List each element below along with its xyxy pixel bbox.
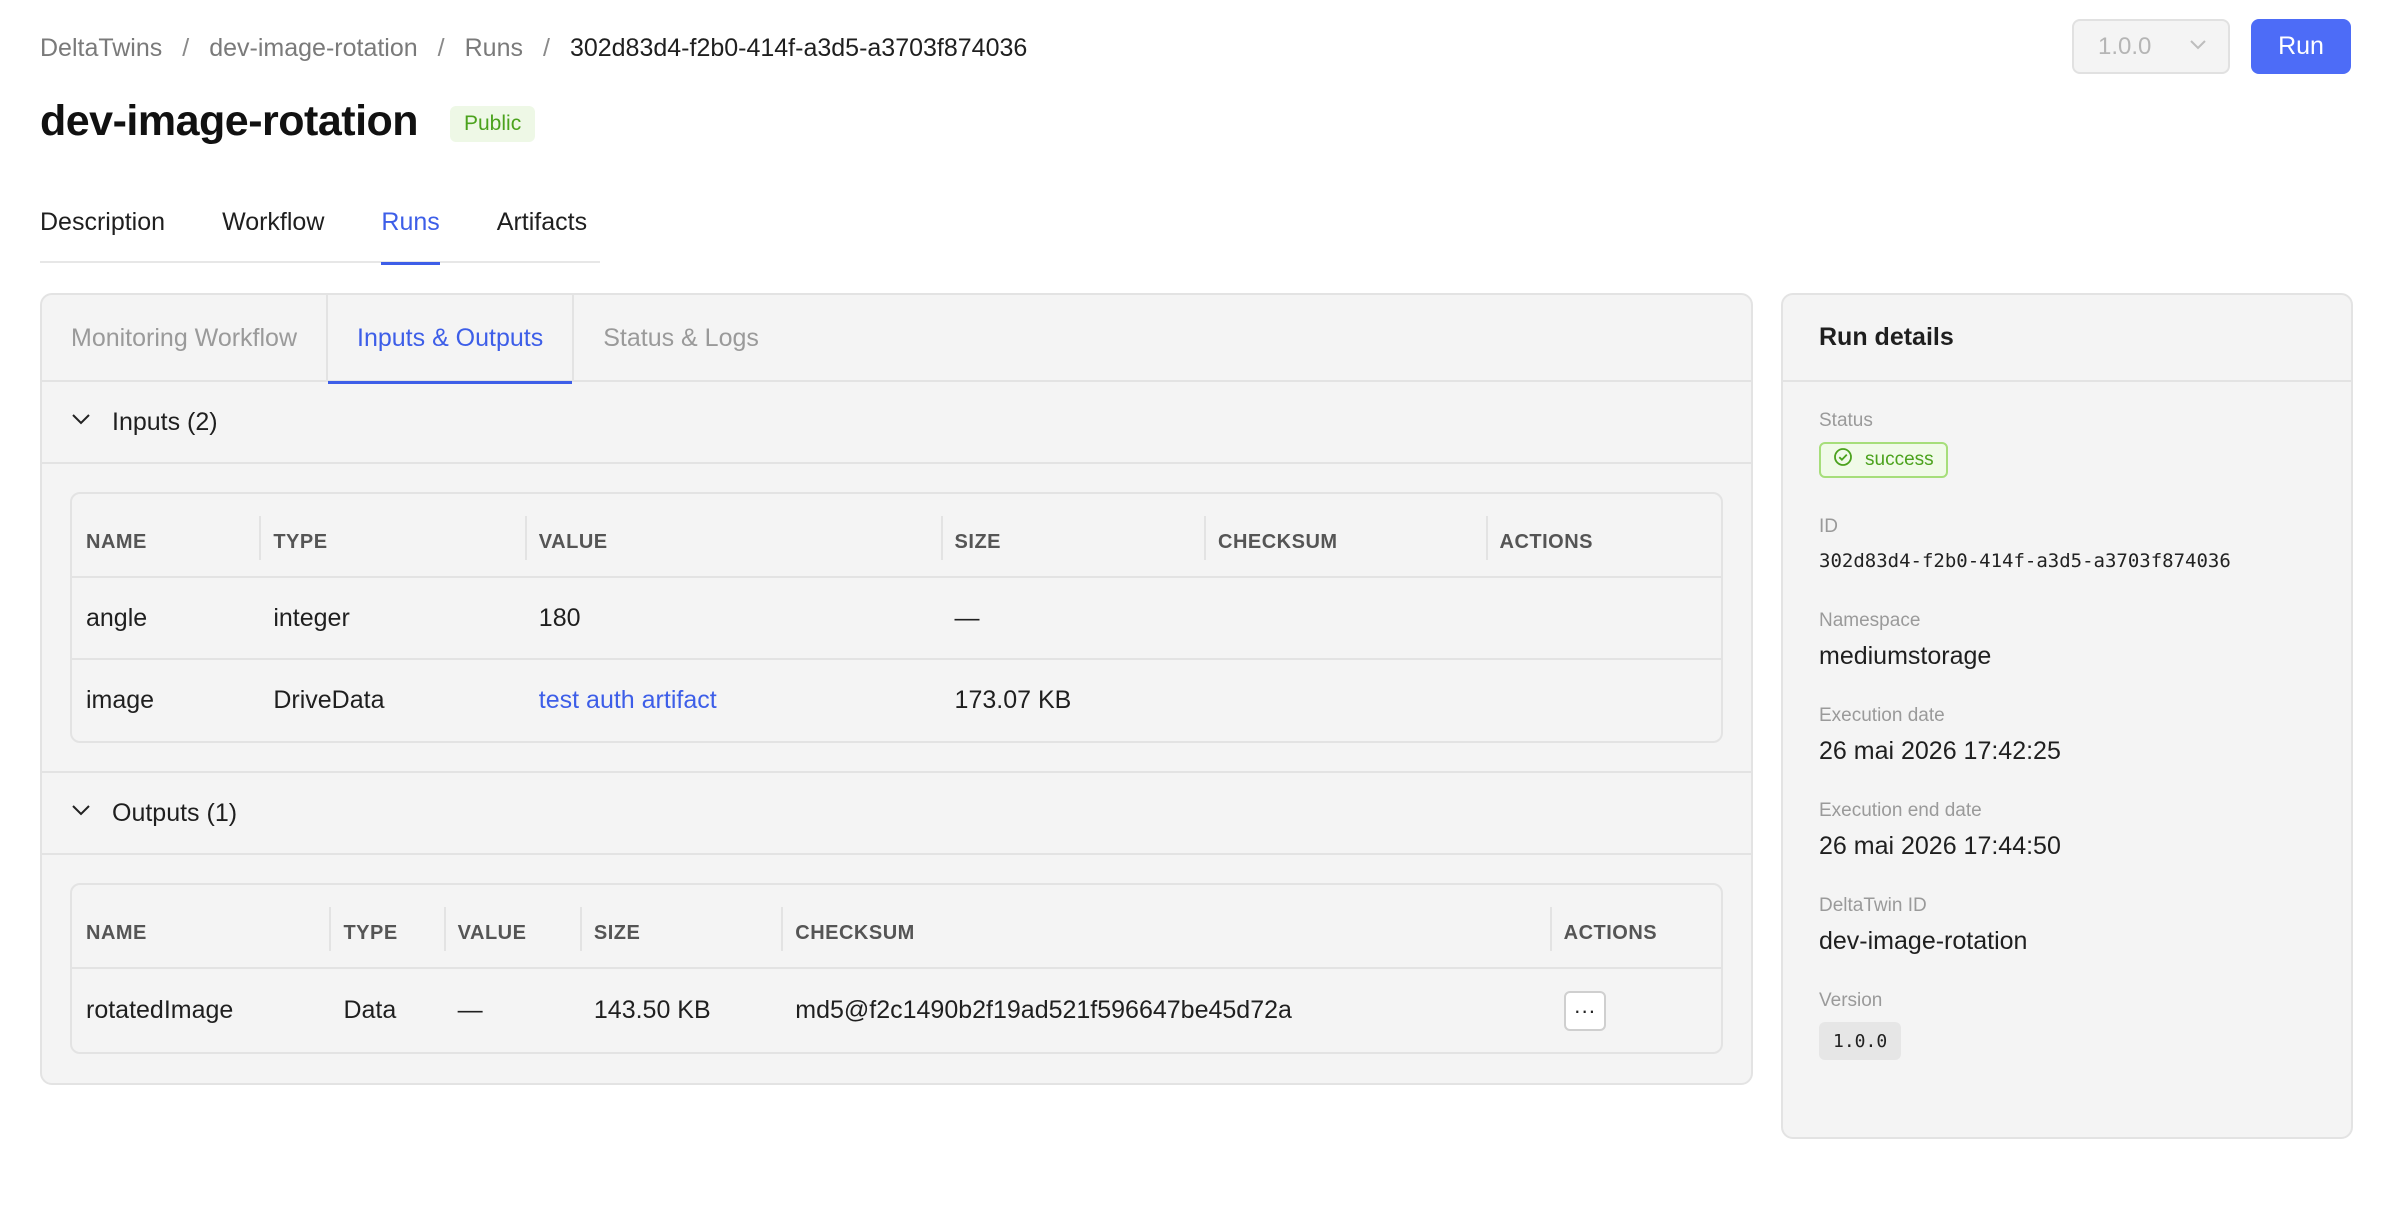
inputs-section-toggle[interactable]: Inputs (2)	[42, 382, 1751, 464]
cell-type: DriveData	[259, 658, 525, 741]
cell-size: 143.50 KB	[593, 996, 711, 1024]
inputs-table-container: NAME TYPE VALUE SIZE CHECKSUM ACTIONS an…	[70, 492, 1723, 743]
cell-actions	[1486, 577, 1721, 659]
column-header-checksum: CHECKSUM	[1204, 494, 1486, 578]
cell-size: —	[954, 603, 980, 632]
table-row: image DriveData test auth artifact 173.0…	[72, 658, 1721, 741]
subtab-inputs-outputs[interactable]: Inputs & Outputs	[328, 295, 575, 384]
cell-checksum	[1204, 577, 1486, 659]
cell-actions	[1485, 658, 1721, 741]
outputs-table: NAME TYPE VALUE SIZE CHECKSUM ACTIONS ro…	[72, 885, 1721, 1052]
deltatwin-id-label: DeltaTwin ID	[1819, 895, 1927, 916]
outputs-section-title: Outputs (1)	[112, 798, 238, 827]
status-badge: success	[1819, 442, 1948, 478]
chevron-down-icon	[70, 408, 112, 437]
cell-type: integer	[273, 603, 350, 632]
cell-name: rotatedImage	[86, 996, 234, 1024]
column-header-type: TYPE	[329, 885, 444, 969]
cell-name: angle	[86, 603, 148, 632]
column-header-name: NAME	[72, 885, 330, 969]
column-header-value: VALUE	[524, 494, 941, 578]
cell-checksum: md5@f2c1490b2f19ad521f596647be45d72a	[795, 996, 1292, 1024]
breadcrumb-separator: /	[542, 33, 550, 62]
outputs-table-container: NAME TYPE VALUE SIZE CHECKSUM ACTIONS ro…	[70, 883, 1723, 1054]
tab-runs[interactable]: Runs	[381, 190, 441, 265]
outputs-section: Outputs (1) NAME TYPE VALUE SIZE CHECKSU…	[42, 773, 1751, 1054]
breadcrumb-current-run: 302d83d4-f2b0-414f-a3d5-a3703f874036	[569, 33, 1028, 62]
execution-date-label: Execution date	[1819, 705, 1945, 726]
inputs-table: NAME TYPE VALUE SIZE CHECKSUM ACTIONS an…	[72, 494, 1721, 741]
chevron-down-icon	[2188, 33, 2208, 61]
id-field: ID 302d83d4-f2b0-414f-a3d5-a3703f874036	[1819, 516, 2315, 572]
status-value: success	[1865, 449, 1934, 470]
cell-value: —	[457, 996, 483, 1024]
cell-value: 180	[538, 603, 581, 632]
run-details-panel: Run details Status success ID 302d83d4-f…	[1781, 293, 2353, 1139]
column-header-type: TYPE	[259, 494, 525, 578]
deltatwin-id-value: dev-image-rotation	[1819, 927, 2028, 955]
inputs-section-title: Inputs (2)	[112, 407, 218, 436]
breadcrumb-separator: /	[437, 33, 445, 62]
page-title: dev-image-rotation	[40, 97, 419, 145]
tab-artifacts[interactable]: Artifacts	[497, 190, 587, 263]
cell-value: test auth artifact	[524, 658, 941, 741]
chevron-down-icon	[70, 799, 112, 828]
execution-date-value: 26 mai 2026 17:42:25	[1819, 737, 2061, 765]
id-label: ID	[1819, 516, 1838, 537]
breadcrumb: DeltaTwins / dev-image-rotation / Runs /…	[40, 30, 1027, 66]
namespace-label: Namespace	[1819, 610, 1921, 631]
column-header-size: SIZE	[579, 885, 782, 969]
cell-name: image	[72, 658, 260, 741]
execution-date-field: Execution date 26 mai 2026 17:42:25	[1819, 705, 2315, 766]
column-header-actions: ACTIONS	[1485, 494, 1721, 578]
artifact-link[interactable]: test auth artifact	[539, 686, 717, 714]
id-value: 302d83d4-f2b0-414f-a3d5-a3703f874036	[1819, 550, 2231, 572]
sub-tabs: Monitoring Workflow Inputs & Outputs Sta…	[42, 295, 1751, 384]
cell-size: 173.07 KB	[940, 658, 1205, 741]
table-row: rotatedImage Data — 143.50 KB md5@f2c149…	[72, 968, 1721, 1052]
breadcrumb-separator: /	[182, 33, 190, 62]
outputs-section-toggle[interactable]: Outputs (1)	[42, 773, 1751, 855]
check-circle-icon	[1833, 447, 1865, 473]
table-row: angle integer 180 —	[72, 577, 1721, 659]
table-header-row: NAME TYPE VALUE SIZE CHECKSUM ACTIONS	[72, 494, 1721, 578]
run-details-title: Run details	[1783, 295, 2351, 382]
tab-workflow[interactable]: Workflow	[222, 190, 324, 263]
namespace-field: Namespace mediumstorage	[1819, 610, 2315, 671]
status-label: Status	[1819, 410, 1873, 431]
run-io-panel: Monitoring Workflow Inputs & Outputs Sta…	[40, 293, 1753, 1085]
version-value: 1.0.0	[1819, 1022, 1902, 1060]
column-header-size: SIZE	[940, 494, 1205, 578]
cell-actions: ···	[1550, 968, 1721, 1052]
column-header-actions: ACTIONS	[1549, 885, 1721, 969]
table-header-row: NAME TYPE VALUE SIZE CHECKSUM ACTIONS	[72, 885, 1721, 969]
cell-type: Data	[343, 996, 397, 1024]
subtab-status-logs[interactable]: Status & Logs	[574, 295, 788, 382]
cell-checksum	[1204, 658, 1486, 741]
column-header-checksum: CHECKSUM	[781, 885, 1550, 969]
column-header-name: NAME	[72, 494, 260, 578]
main-tabs: Description Workflow Runs Artifacts	[40, 190, 600, 265]
visibility-badge: Public	[450, 106, 536, 142]
breadcrumb-dev-image-rotation[interactable]: dev-image-rotation	[209, 34, 417, 63]
version-field: Version 1.0.0	[1819, 990, 2315, 1060]
version-select[interactable]: 1.0.0	[2072, 19, 2230, 74]
run-button[interactable]: Run	[2251, 19, 2351, 74]
version-select-value: 1.0.0	[2098, 32, 2152, 60]
execution-end-date-field: Execution end date 26 mai 2026 17:44:50	[1819, 800, 2315, 861]
namespace-value: mediumstorage	[1819, 642, 1992, 670]
breadcrumb-runs[interactable]: Runs	[465, 34, 523, 63]
inputs-section: Inputs (2) NAME TYPE VALUE SIZE CHECKSUM…	[42, 382, 1751, 773]
subtab-monitoring-workflow[interactable]: Monitoring Workflow	[42, 295, 329, 382]
status-field: Status success	[1819, 410, 2315, 478]
version-label: Version	[1819, 990, 1883, 1011]
tab-description[interactable]: Description	[40, 190, 165, 263]
deltatwin-id-field: DeltaTwin ID dev-image-rotation	[1819, 895, 2315, 956]
execution-end-date-label: Execution end date	[1819, 800, 1982, 821]
row-actions-button[interactable]: ···	[1563, 990, 1606, 1031]
column-header-value: VALUE	[443, 885, 580, 969]
breadcrumb-deltatwins[interactable]: DeltaTwins	[40, 34, 162, 63]
execution-end-date-value: 26 mai 2026 17:44:50	[1819, 832, 2061, 860]
